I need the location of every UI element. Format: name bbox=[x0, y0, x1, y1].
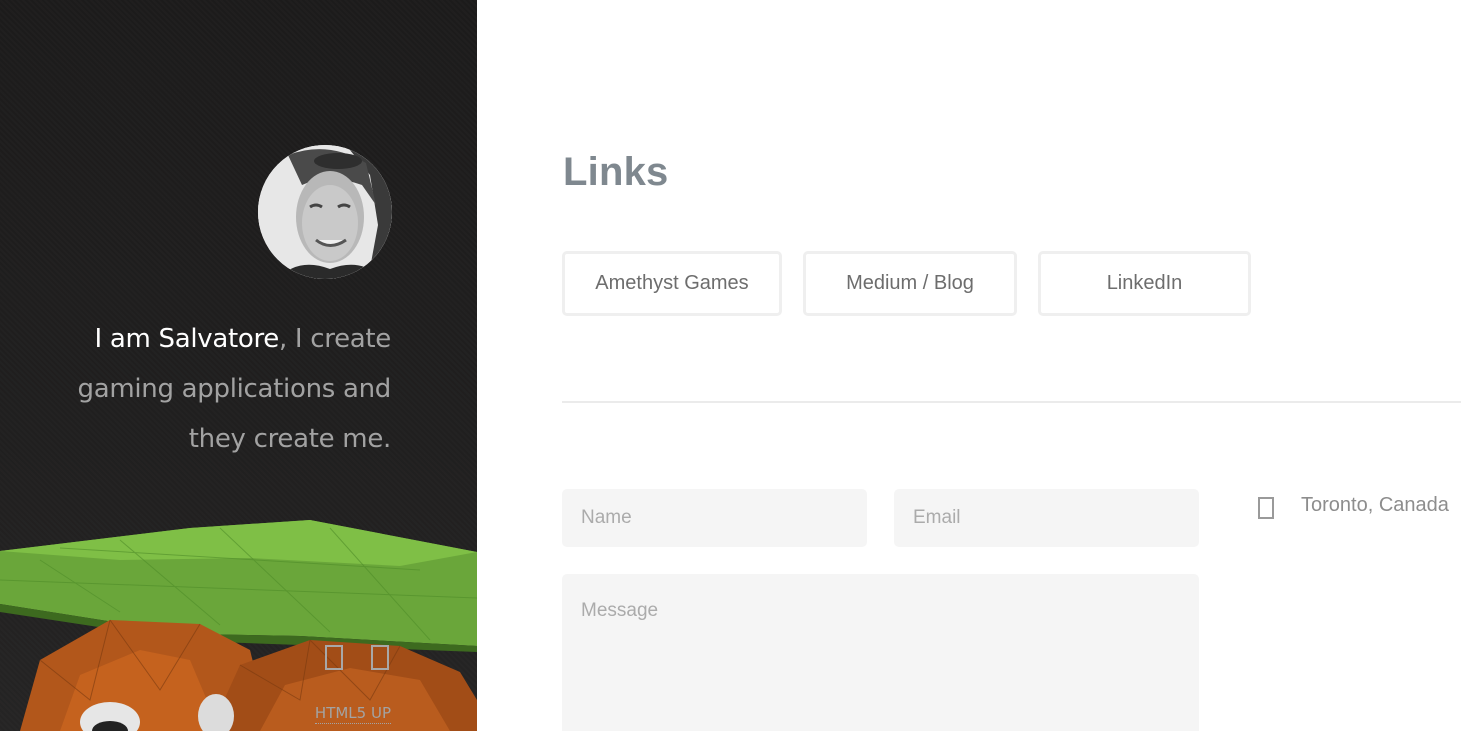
social-links bbox=[322, 642, 389, 670]
main-content: Links Amethyst Games Medium / Blog Linke… bbox=[477, 0, 1461, 731]
section-divider bbox=[562, 401, 1461, 403]
social-icon-1[interactable] bbox=[322, 642, 343, 670]
name-input[interactable] bbox=[562, 489, 867, 547]
sidebar: I am Salvatore, I create gaming applicat… bbox=[0, 0, 477, 731]
bio-text: I am Salvatore, I create gaming applicat… bbox=[61, 314, 392, 464]
location-text: Toronto, Canada bbox=[1301, 494, 1449, 516]
social-icon-2[interactable] bbox=[368, 642, 389, 670]
credit-link[interactable]: HTML5 UP bbox=[314, 704, 391, 724]
map-marker-icon bbox=[1257, 495, 1274, 519]
link-button-linkedin[interactable]: LinkedIn bbox=[1038, 251, 1251, 316]
section-title: Links bbox=[563, 150, 669, 194]
location: Toronto, Canada bbox=[1257, 494, 1449, 519]
email-input[interactable] bbox=[894, 489, 1199, 547]
avatar[interactable] bbox=[258, 145, 392, 279]
bio-name: I am Salvatore bbox=[94, 324, 280, 354]
link-button-medium-blog[interactable]: Medium / Blog bbox=[803, 251, 1017, 316]
message-textarea[interactable] bbox=[562, 574, 1199, 731]
link-button-amethyst-games[interactable]: Amethyst Games bbox=[562, 251, 782, 316]
